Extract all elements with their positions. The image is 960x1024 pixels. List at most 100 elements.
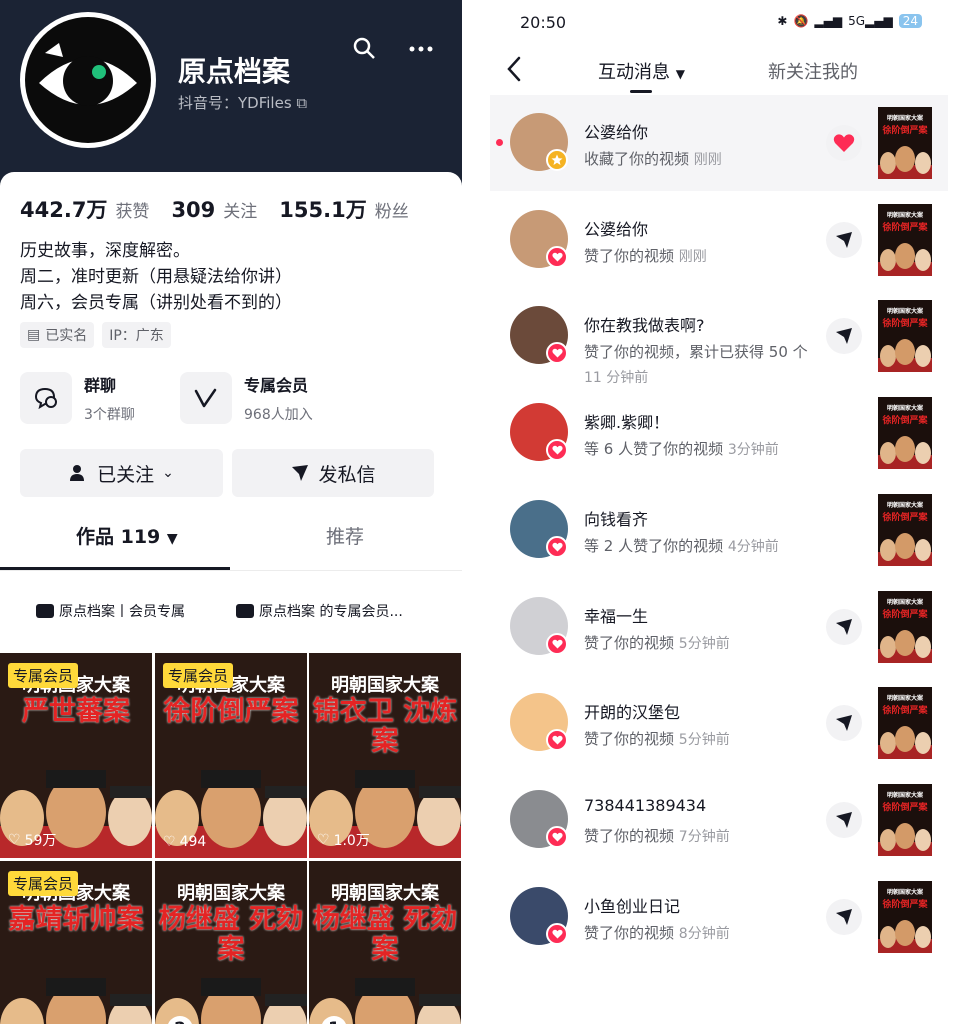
- video-series-title: 明朝国家大案: [331, 675, 439, 696]
- heart-outline-icon: ♡: [8, 832, 21, 848]
- video-thumbnail[interactable]: 明朝国家大案 徐阶倒严案: [878, 590, 932, 663]
- profile-avatar[interactable]: [20, 12, 156, 148]
- video-thumbnail[interactable]: 明朝国家大案 徐阶倒严案: [878, 203, 932, 276]
- message-time: 刚刚: [678, 248, 707, 265]
- like-back-button[interactable]: [826, 125, 862, 161]
- video-tile[interactable]: 明朝国家大案严世蕃案专属会员♡59万: [0, 653, 152, 858]
- message-row[interactable]: 紫卿.紫卿！ 等 6 人赞了你的视频 3分钟前 明朝国家大案 徐阶倒严案: [490, 385, 948, 481]
- user-name[interactable]: 公婆给你: [584, 119, 648, 143]
- followers-count[interactable]: 155.1万: [279, 194, 366, 224]
- search-icon[interactable]: [352, 36, 376, 60]
- message-row[interactable]: 小鱼创业日记赞了你的视频 8分钟前 明朝国家大案 徐阶倒严案: [490, 869, 948, 965]
- reply-button[interactable]: [826, 705, 862, 742]
- message-text: 赞了你的视频 7分钟前: [584, 826, 730, 845]
- send-icon: [836, 811, 852, 828]
- video-series-title: 明朝国家大案: [177, 883, 285, 904]
- user-name[interactable]: 幸福一生: [584, 603, 648, 627]
- message-row[interactable]: 向钱看齐等 2 人赞了你的视频 4分钟前 明朝国家大案 徐阶倒严案: [490, 482, 948, 578]
- video-tile[interactable]: 明朝国家大案杨继盛 死劾案1♡661: [309, 861, 461, 1024]
- profile-id[interactable]: 抖音号：YDFiles ⧉: [178, 92, 307, 113]
- bio-line: 周六，会员专属（讲别处看不到的）: [20, 293, 292, 313]
- video-tile[interactable]: 明朝国家大案杨继盛 死劾案2♡672: [155, 861, 307, 1024]
- more-icon[interactable]: [408, 36, 434, 60]
- message-text: 赞了你的视频 5分钟前: [584, 633, 730, 652]
- video-title: 锦衣卫 沈炼案: [312, 696, 458, 757]
- bio-line: 周二，准时更新（用悬疑法给你讲）: [20, 267, 292, 287]
- tab-interactions[interactable]: 互动消息 ▼: [598, 58, 685, 84]
- reply-button[interactable]: [826, 608, 862, 645]
- back-icon[interactable]: [506, 56, 522, 82]
- heart-badge-icon: [546, 342, 568, 365]
- video-title: 杨继盛 死劾案: [312, 904, 458, 965]
- reply-button[interactable]: [826, 801, 862, 838]
- video-grid: 明朝国家大案严世蕃案专属会员♡59万明朝国家大案徐阶倒严案专属会员♡494明朝国…: [0, 653, 462, 1024]
- user-check-icon: [70, 465, 85, 481]
- follow-button[interactable]: 已关注 ⌄: [20, 449, 223, 497]
- message-row[interactable]: 幸福一生赞了你的视频 5分钟前 明朝国家大案 徐阶倒严案: [490, 579, 948, 675]
- video-collection-icon: [36, 604, 54, 618]
- user-name[interactable]: 你在教我做表啊?: [584, 312, 705, 336]
- message-text: 赞了你的视频 8分钟前: [584, 923, 730, 942]
- tab-new-followers[interactable]: 新关注我的: [768, 58, 858, 84]
- tab-works[interactable]: 作品 119 ▼: [76, 522, 178, 549]
- user-name[interactable]: 向钱看齐: [584, 506, 648, 530]
- video-likes: ♡ 494: [163, 834, 207, 850]
- video-thumbnail[interactable]: 明朝国家大案 徐阶倒严案: [878, 397, 932, 470]
- user-name[interactable]: 紫卿.紫卿！: [584, 409, 669, 433]
- video-thumbnail[interactable]: 明朝国家大案 徐阶倒严案: [878, 300, 932, 373]
- message-row[interactable]: 你在教我做表啊? 赞了你的视频，累计已获得 50 个 11 分钟前 明朝国家大案 徐阶…: [490, 288, 948, 386]
- message-row[interactable]: 公婆给你 收藏了你的视频 刚刚 明朝国家大案 徐阶倒严案: [490, 95, 948, 191]
- send-icon: [836, 231, 852, 248]
- video-thumbnail[interactable]: 明朝国家大案 徐阶倒严案: [878, 493, 932, 566]
- message-row[interactable]: 738441389434 赞了你的视频 7分钟前 明朝国家大案 徐阶倒严案: [490, 772, 948, 868]
- tab-recommend[interactable]: 推荐: [326, 522, 364, 549]
- group-chat-title: 群聊: [84, 376, 117, 395]
- heart-badge-icon: [546, 825, 568, 848]
- user-name[interactable]: 公婆给你: [584, 216, 648, 240]
- following-label[interactable]: 关注: [223, 197, 257, 222]
- collection-link-1[interactable]: 原点档案丨会员专属: [36, 601, 185, 621]
- video-thumbnail[interactable]: 明朝国家大案 徐阶倒严案: [878, 107, 932, 179]
- member-badge: 专属会员: [163, 663, 234, 688]
- user-name[interactable]: 小鱼创业日记: [584, 893, 680, 917]
- message-button[interactable]: 发私信: [232, 449, 434, 497]
- video-thumbnail[interactable]: 明朝国家大案 徐阶倒严案: [878, 880, 932, 953]
- user-name[interactable]: 开朗的汉堡包: [584, 699, 680, 723]
- profile-panel: 原点档案 抖音号：YDFiles ⧉ 442.7万 获赞 309 关注 155.1万…: [0, 0, 462, 1024]
- collection-link-2[interactable]: 原点档案 的专属会员...: [236, 601, 403, 621]
- messages-panel: 20:50 ✱ 🔕 ▂▄▆ 5G▂▄▆ 24 互动消息 ▼ 新关注我的 公婆给你…: [462, 0, 960, 1024]
- followers-label[interactable]: 粉丝: [375, 197, 409, 222]
- likes-count: 442.7万: [20, 198, 108, 222]
- membership-entry[interactable]: 专属会员 968人加入: [180, 372, 313, 424]
- group-chat-entry[interactable]: 群聊 3个群聊: [20, 372, 135, 424]
- status-icons: ✱ 🔕 ▂▄▆ 5G▂▄▆ 24: [777, 14, 922, 28]
- message-row[interactable]: 开朗的汉堡包 赞了你的视频 5分钟前 明朝国家大案 徐阶倒严案: [490, 675, 948, 771]
- reply-button[interactable]: [826, 221, 862, 258]
- reply-button[interactable]: [826, 318, 862, 355]
- heart-badge-icon: [546, 245, 568, 268]
- video-tile[interactable]: 明朝国家大案嘉靖斩帅案专属会员♡687: [0, 861, 152, 1024]
- tab-underline: [630, 90, 652, 93]
- video-thumbnail[interactable]: 明朝国家大案 徐阶倒严案: [878, 783, 932, 856]
- message-time: 8分钟前: [678, 925, 730, 942]
- reply-button[interactable]: [826, 898, 862, 935]
- following-count[interactable]: 309: [171, 198, 215, 222]
- user-name[interactable]: 738441389434: [584, 796, 706, 815]
- video-collection-icon: [236, 604, 254, 618]
- profile-tags: ▤ 已实名 IP：广东: [20, 322, 171, 348]
- message-time: 7分钟前: [678, 828, 730, 845]
- video-thumbnail[interactable]: 明朝国家大案 徐阶倒严案: [878, 687, 932, 760]
- eye-logo-icon: [39, 43, 137, 106]
- message-row[interactable]: 公婆给你 赞了你的视频 刚刚 明朝国家大案 徐阶倒严案: [490, 192, 948, 288]
- heart-badge-icon: [546, 729, 568, 752]
- ip-tag: IP：广东: [102, 322, 171, 348]
- copy-icon[interactable]: ⧉: [296, 94, 307, 112]
- heart-badge-icon: [546, 439, 568, 462]
- video-likes: ♡ 1.0万: [317, 832, 370, 849]
- video-tile[interactable]: 明朝国家大案徐阶倒严案专属会员♡494: [155, 653, 307, 858]
- video-likes: ♡ 59万: [8, 832, 57, 849]
- video-tile[interactable]: 明朝国家大案 锦衣卫 沈炼案 ♡ 1.0万: [309, 653, 461, 858]
- message-text: 等 6 人赞了你的视频 3分钟前: [584, 440, 779, 459]
- video-series-title: 明朝国家大案: [331, 883, 439, 904]
- member-badge: 专属会员: [8, 871, 79, 896]
